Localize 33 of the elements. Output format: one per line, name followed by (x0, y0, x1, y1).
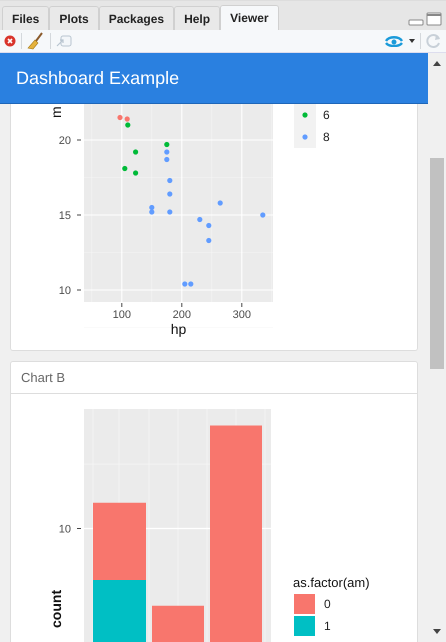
pane-tab[interactable]: Plots (49, 6, 99, 30)
x-axis-label: hp (170, 321, 186, 337)
axis-tick-label: 200 (172, 309, 191, 321)
bar (152, 606, 204, 642)
legend-label: 6 (323, 108, 330, 122)
legend-label: 1 (324, 619, 331, 633)
caret-icon[interactable] (409, 39, 415, 43)
pane-tab[interactable]: Viewer (220, 5, 279, 30)
legend-key (294, 104, 316, 126)
legend-label: 8 (323, 130, 330, 144)
legend-label: 0 (324, 597, 331, 611)
card-title: Chart B (21, 370, 66, 385)
axis-tick-label: 10 (58, 285, 71, 297)
maximize-icon[interactable] (426, 12, 442, 26)
scroll-thumb[interactable] (430, 158, 444, 369)
scroll-up-icon[interactable] (433, 61, 441, 66)
stop-icon[interactable] (4, 35, 16, 47)
axis-tick-label: 10 (58, 524, 71, 536)
axis-tick-label: 300 (232, 309, 251, 321)
scroll-down-icon[interactable] (433, 629, 441, 634)
legend-key (294, 126, 316, 148)
broom-icon[interactable] (27, 32, 45, 50)
pane-tab[interactable]: Files (2, 6, 50, 30)
legend-title: as.factor(am) (293, 575, 370, 590)
y-axis-label: count (48, 590, 64, 628)
bar (93, 580, 146, 642)
y-axis-label: m (48, 106, 64, 118)
dashboard-title: Dashboard Example (16, 68, 180, 88)
pane-tab[interactable]: Packages (98, 6, 174, 30)
axis-tick-label: 20 (58, 135, 71, 147)
axis-tick-label: 100 (112, 309, 131, 321)
pane-tab[interactable]: Help (174, 6, 220, 30)
axis-tick-label: 15 (58, 210, 71, 222)
